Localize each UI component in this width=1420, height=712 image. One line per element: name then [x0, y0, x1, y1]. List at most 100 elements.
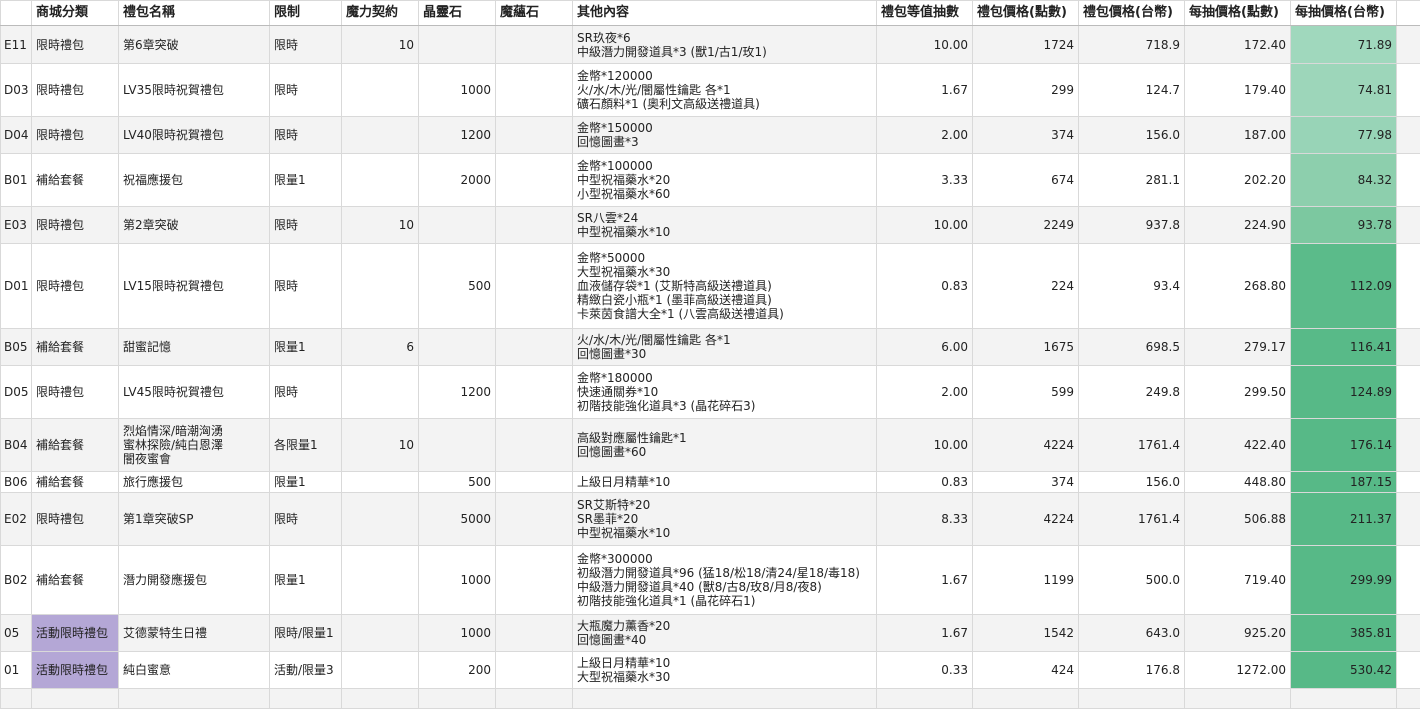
magic-stone-cell[interactable]	[495, 365, 573, 419]
row-id-cell[interactable]: D01	[0, 243, 32, 329]
package-name-cell[interactable]: 旅行應援包	[118, 471, 270, 493]
category-cell[interactable]: 補給套餐	[31, 545, 119, 615]
price-points-cell[interactable]: 1724	[972, 25, 1079, 64]
empty-cell[interactable]	[1396, 63, 1420, 117]
draws-cell[interactable]: 8.33	[876, 492, 973, 546]
price-points-header[interactable]: 禮包價格(點數)	[972, 0, 1079, 26]
empty-cell[interactable]	[269, 688, 342, 709]
price-points-cell[interactable]: 1199	[972, 545, 1079, 615]
crystal-cell[interactable]	[418, 25, 496, 64]
limit-cell[interactable]: 各限量1	[269, 418, 342, 472]
contract-cell[interactable]	[341, 243, 419, 329]
per-draw-twd-header[interactable]: 每抽價格(台幣)	[1290, 0, 1397, 26]
price-points-cell[interactable]: 599	[972, 365, 1079, 419]
draws-cell[interactable]: 1.67	[876, 63, 973, 117]
draws-cell[interactable]: 2.00	[876, 365, 973, 419]
magic-stone-cell[interactable]	[495, 206, 573, 244]
empty-cell[interactable]	[1396, 418, 1420, 472]
category-cell[interactable]: 補給套餐	[31, 471, 119, 493]
package-name-cell[interactable]: 烈焰情深/暗潮洶湧 蜜林探險/純白恩澤 闇夜蜜會	[118, 418, 270, 472]
contract-cell[interactable]: 10	[341, 418, 419, 472]
draws-cell[interactable]: 0.83	[876, 471, 973, 493]
content-cell[interactable]: 高級對應屬性鑰匙*1 回憶圖畫*60	[572, 418, 877, 472]
category-cell[interactable]: 限時禮包	[31, 492, 119, 546]
category-cell[interactable]: 限時禮包	[31, 116, 119, 154]
limit-cell[interactable]: 限時	[269, 116, 342, 154]
price-points-cell[interactable]: 374	[972, 116, 1079, 154]
crystal-cell[interactable]: 2000	[418, 153, 496, 207]
limit-header[interactable]: 限制	[269, 0, 342, 26]
per-draw-twd-cell[interactable]: 71.89	[1290, 25, 1397, 64]
price-twd-cell[interactable]: 500.0	[1078, 545, 1185, 615]
limit-cell[interactable]: 限量1	[269, 471, 342, 493]
per-draw-points-cell[interactable]: 422.40	[1184, 418, 1291, 472]
empty-cell[interactable]	[1396, 328, 1420, 366]
per-draw-points-cell[interactable]: 279.17	[1184, 328, 1291, 366]
package-name-cell[interactable]: 第6章突破	[118, 25, 270, 64]
content-header[interactable]: 其他內容	[572, 0, 877, 26]
magic-stone-cell[interactable]	[495, 418, 573, 472]
content-cell[interactable]: 金幣*100000 中型祝福藥水*20 小型祝福藥水*60	[572, 153, 877, 207]
empty-cell[interactable]	[572, 688, 877, 709]
crystal-cell[interactable]: 1200	[418, 116, 496, 154]
package-name-cell[interactable]: 純白蜜意	[118, 651, 270, 689]
category-cell[interactable]: 限時禮包	[31, 25, 119, 64]
empty-cell[interactable]	[1396, 206, 1420, 244]
category-cell[interactable]: 限時禮包	[31, 365, 119, 419]
empty-cell[interactable]	[341, 688, 419, 709]
contract-cell[interactable]	[341, 651, 419, 689]
package-name-cell[interactable]: 潛力開發應援包	[118, 545, 270, 615]
content-cell[interactable]: 上級日月精華*10	[572, 471, 877, 493]
category-header[interactable]: 商城分類	[31, 0, 119, 26]
per-draw-twd-cell[interactable]: 530.42	[1290, 651, 1397, 689]
draws-cell[interactable]: 1.67	[876, 545, 973, 615]
per-draw-twd-cell[interactable]: 112.09	[1290, 243, 1397, 329]
crystal-cell[interactable]: 200	[418, 651, 496, 689]
category-cell[interactable]: 限時禮包	[31, 206, 119, 244]
per-draw-points-cell[interactable]: 202.20	[1184, 153, 1291, 207]
crystal-cell[interactable]	[418, 418, 496, 472]
package-name-cell[interactable]: LV45限時祝賀禮包	[118, 365, 270, 419]
row-id-cell[interactable]: D05	[0, 365, 32, 419]
category-cell[interactable]: 限時禮包	[31, 243, 119, 329]
crystal-cell[interactable]: 1200	[418, 365, 496, 419]
limit-cell[interactable]: 限量1	[269, 328, 342, 366]
magic-stone-header[interactable]: 魔蘊石	[495, 0, 573, 26]
empty-cell[interactable]	[0, 688, 32, 709]
price-twd-cell[interactable]: 281.1	[1078, 153, 1185, 207]
per-draw-points-cell[interactable]: 1272.00	[1184, 651, 1291, 689]
price-twd-header[interactable]: 禮包價格(台幣)	[1078, 0, 1185, 26]
empty-cell[interactable]	[1078, 688, 1185, 709]
per-draw-twd-cell[interactable]: 385.81	[1290, 614, 1397, 652]
price-points-cell[interactable]: 674	[972, 153, 1079, 207]
price-twd-cell[interactable]: 643.0	[1078, 614, 1185, 652]
draws-cell[interactable]: 10.00	[876, 418, 973, 472]
per-draw-points-header[interactable]: 每抽價格(點數)	[1184, 0, 1291, 26]
per-draw-twd-cell[interactable]: 77.98	[1290, 116, 1397, 154]
magic-stone-cell[interactable]	[495, 153, 573, 207]
package-name-cell[interactable]: 第2章突破	[118, 206, 270, 244]
package-name-cell[interactable]: 艾德蒙特生日禮	[118, 614, 270, 652]
per-draw-points-cell[interactable]: 179.40	[1184, 63, 1291, 117]
row-id-cell[interactable]: E03	[0, 206, 32, 244]
draws-cell[interactable]: 3.33	[876, 153, 973, 207]
empty-cell[interactable]	[1396, 492, 1420, 546]
empty-cell[interactable]	[495, 688, 573, 709]
content-cell[interactable]: 上級日月精華*10 大型祝福藥水*30	[572, 651, 877, 689]
empty-cell[interactable]	[1290, 688, 1397, 709]
empty-cell[interactable]	[118, 688, 270, 709]
magic-stone-cell[interactable]	[495, 651, 573, 689]
limit-cell[interactable]: 限時	[269, 25, 342, 64]
crystal-cell[interactable]	[418, 206, 496, 244]
limit-cell[interactable]: 限時	[269, 243, 342, 329]
magic-stone-cell[interactable]	[495, 614, 573, 652]
empty-cell[interactable]	[1396, 365, 1420, 419]
per-draw-points-cell[interactable]: 299.50	[1184, 365, 1291, 419]
empty-cell[interactable]	[876, 688, 973, 709]
category-cell[interactable]: 補給套餐	[31, 418, 119, 472]
per-draw-twd-cell[interactable]: 84.32	[1290, 153, 1397, 207]
contract-cell[interactable]: 10	[341, 206, 419, 244]
per-draw-points-cell[interactable]: 506.88	[1184, 492, 1291, 546]
price-twd-cell[interactable]: 249.8	[1078, 365, 1185, 419]
category-cell[interactable]: 補給套餐	[31, 153, 119, 207]
